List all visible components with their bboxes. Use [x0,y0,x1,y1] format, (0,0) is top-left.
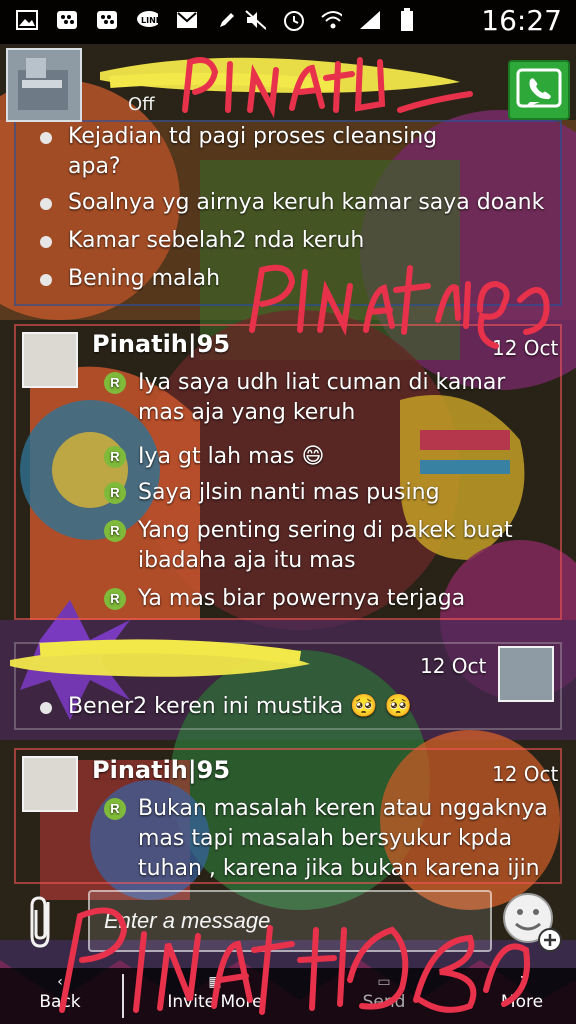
message-text: Ya mas biar powernya terjaga [138,586,466,611]
my-avatar[interactable] [498,646,554,702]
message-text: Iya saya udh liat cuman di kamar mas aja… [138,368,505,428]
back-arrow-icon: ‹ [57,974,63,990]
message-text: Bening malah [68,266,221,291]
message-line[interactable]: Kamar sebelah2 nda keruh [40,226,560,256]
sender-name[interactable]: Pinatih|95 [92,330,230,358]
sent-indicator-icon [40,274,52,286]
svg-text:LINE: LINE [141,16,158,25]
send-icon: ▭ [377,974,391,990]
alarm-icon [282,8,304,32]
message-text: Iya gt lah mas 😄 [138,444,325,469]
smiley-add-icon[interactable] [502,892,562,952]
contact-status: Off [128,94,155,115]
system-icons [244,8,418,32]
read-badge-icon: R [104,482,126,504]
message-text: Saya jlsin nanti mas pusing [138,480,440,505]
signal-icon [358,8,380,32]
send-label: Send [362,992,406,1012]
message-text: Kejadian td pagi proses cleansing apa? [68,122,437,182]
message-line[interactable]: Soalnya yg airnya keruh kamar saya doank [40,188,560,218]
read-badge-icon: R [104,588,126,610]
send-button[interactable]: ▭ Send [354,968,414,1024]
message-line[interactable]: R Iya saya udh liat cuman di kamar mas a… [104,368,534,428]
message-text-line: apa? [68,154,121,179]
wifi-icon [320,8,342,32]
message-text-line: Bukan masalah keren atau nggaknya [138,796,548,821]
battery-icon [396,8,418,32]
line-icon: LINE [136,8,158,32]
sent-indicator-icon [40,236,52,248]
chat-header: Off [0,44,576,126]
gmail-icon [176,8,198,32]
message-text-line: mas aja yang keruh [138,400,356,425]
bbm-icon [56,8,78,32]
mute-icon [244,8,266,32]
more-label: More [500,992,544,1012]
message-input[interactable] [88,890,492,952]
message-text: Bener2 keren ini mustika 🥺 🥺 [68,694,413,719]
bbm-icon [96,8,118,32]
notification-icons: LINE [16,8,238,32]
sender-avatar[interactable] [22,756,78,812]
back-button[interactable]: ‹ Back [30,968,90,1024]
status-bar: LINE 16:27 [0,0,576,44]
sender-avatar[interactable] [22,332,78,388]
pencil-icon [216,8,238,32]
bottom-action-bar: ‹ Back ▦ Invite More ▭ Send ⋮ More [0,968,576,1024]
overflow-menu-icon: ⋮ [515,974,529,990]
more-button[interactable]: ⋮ More [492,968,552,1024]
message-text-line: Iya saya udh liat cuman di kamar [138,370,506,395]
invite-label: Invite More [167,992,263,1012]
message-line[interactable]: R Yang penting sering di pakek buat ibad… [104,516,534,576]
sent-indicator-icon [40,702,52,714]
message-text-line: tuhan , karena jika bukan karena ijin [138,856,540,880]
message-line[interactable]: R Iya gt lah mas 😄 [104,442,534,472]
message-text: Bukan masalah keren atau nggaknya mas ta… [138,794,548,880]
invite-more-button[interactable]: ▦ Invite More [160,968,270,1024]
read-badge-icon: R [104,520,126,542]
message-line[interactable]: R Ya mas biar powernya terjaga [104,584,534,614]
message-line[interactable]: R Saya jlsin nanti mas pusing [104,478,534,508]
read-badge-icon: R [104,372,126,394]
message-text: Kamar sebelah2 nda keruh [68,228,365,253]
gallery-icon [16,8,38,32]
message-text-line: mas tapi masalah bersyukur kpda [138,826,513,851]
call-button[interactable] [508,60,570,120]
phone-icon [516,68,562,108]
message-text-line: ibadaha aja itu mas [138,548,356,573]
clock: 16:27 [481,4,562,37]
message-line[interactable]: Bener2 keren ini mustika 🥺 🥺 [40,692,460,722]
contact-avatar[interactable] [6,48,82,122]
message-text-line: Kejadian td pagi proses cleansing [68,124,438,149]
divider [122,974,124,1018]
message-line[interactable]: Kejadian td pagi proses cleansing apa? [40,122,500,182]
message-text: Yang penting sering di pakek buat ibadah… [138,516,513,576]
paperclip-icon[interactable] [22,892,62,952]
back-label: Back [39,992,81,1012]
sent-indicator-icon [40,198,52,210]
message-date: 12 Oct [492,762,559,786]
sender-name[interactable]: Pinatih|95 [92,756,230,784]
message-line[interactable]: Bening malah [40,264,560,294]
message-line[interactable]: R Bukan masalah keren atau nggaknya mas … [104,794,564,880]
message-text: Soalnya yg airnya keruh kamar saya doank [68,190,545,215]
message-composer [0,884,576,968]
message-date: 12 Oct [492,336,559,360]
sent-indicator-icon [40,132,52,144]
invite-icon: ▦ [208,974,222,990]
read-badge-icon: R [104,798,126,820]
message-text-line: Yang penting sering di pakek buat [138,518,513,543]
read-badge-icon: R [104,446,126,468]
message-date: 12 Oct [420,654,487,678]
